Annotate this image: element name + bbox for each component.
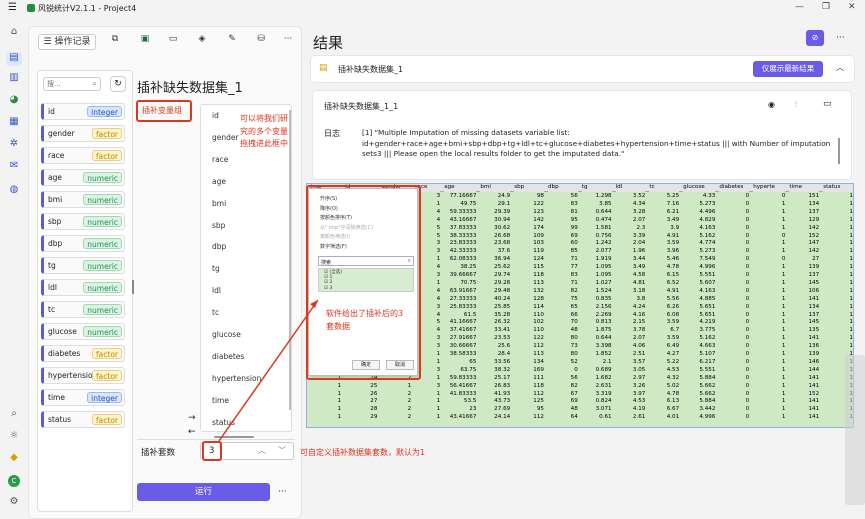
side-float-panel xyxy=(845,355,865,505)
arrow-overlay xyxy=(218,299,319,442)
arrow-head xyxy=(310,300,318,308)
arrow-line xyxy=(218,299,319,442)
